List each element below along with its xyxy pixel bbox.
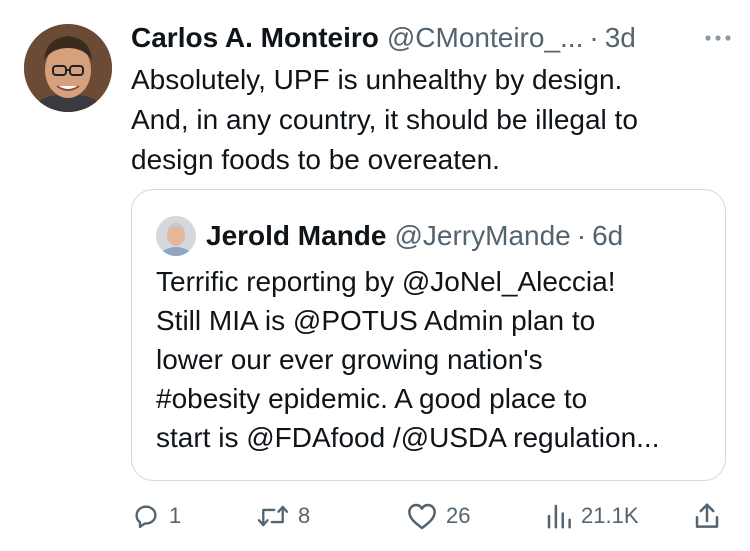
tweet-header: Carlos A. Monteiro @CMonteiro_... · 3d [131,18,732,58]
tweet-text: Absolutely, UPF is unhealthy by design. … [131,64,638,175]
author-avatar[interactable] [24,24,112,112]
header-separator: · [589,22,599,53]
quote-author-avatar[interactable] [156,216,196,256]
repost-button[interactable]: 8 [256,494,310,538]
quote-text: Terrific reporting by @JoNel_Aleccia! St… [156,266,660,453]
view-count: 21.1K [581,503,639,528]
quote-header: Jerold Mande @JerryMande · 6d [156,216,623,256]
action-bar: 1 8 26 21.1K [131,494,726,538]
heart-icon [406,501,438,531]
author-handle[interactable]: @CMonteiro_... [387,18,584,58]
quote-header-separator: · [576,220,587,251]
views-button[interactable]: 21.1K [545,494,639,538]
author-avatar-image [24,24,112,112]
reply-count: 1 [169,503,182,528]
quoted-tweet-card[interactable]: Jerold Mande @JerryMande · 6d Terrific r… [131,189,726,481]
repost-count: 8 [298,503,311,528]
more-dots-icon[interactable] [704,18,732,58]
quote-avatar-image [156,216,196,256]
reply-icon [131,501,161,531]
tweet-timestamp[interactable]: 3d [605,18,636,58]
quote-timestamp[interactable]: 6d [592,220,623,252]
share-button[interactable] [693,494,729,538]
like-button[interactable]: 26 [406,494,470,538]
author-name[interactable]: Carlos A. Monteiro [131,18,379,58]
views-chart-icon [545,501,573,531]
quote-author-name[interactable]: Jerold Mande [206,220,386,252]
share-icon [693,501,721,531]
repost-icon [256,501,290,531]
reply-button[interactable]: 1 [131,494,181,538]
like-count: 26 [446,503,471,528]
quote-author-handle[interactable]: @JerryMande [394,220,570,252]
